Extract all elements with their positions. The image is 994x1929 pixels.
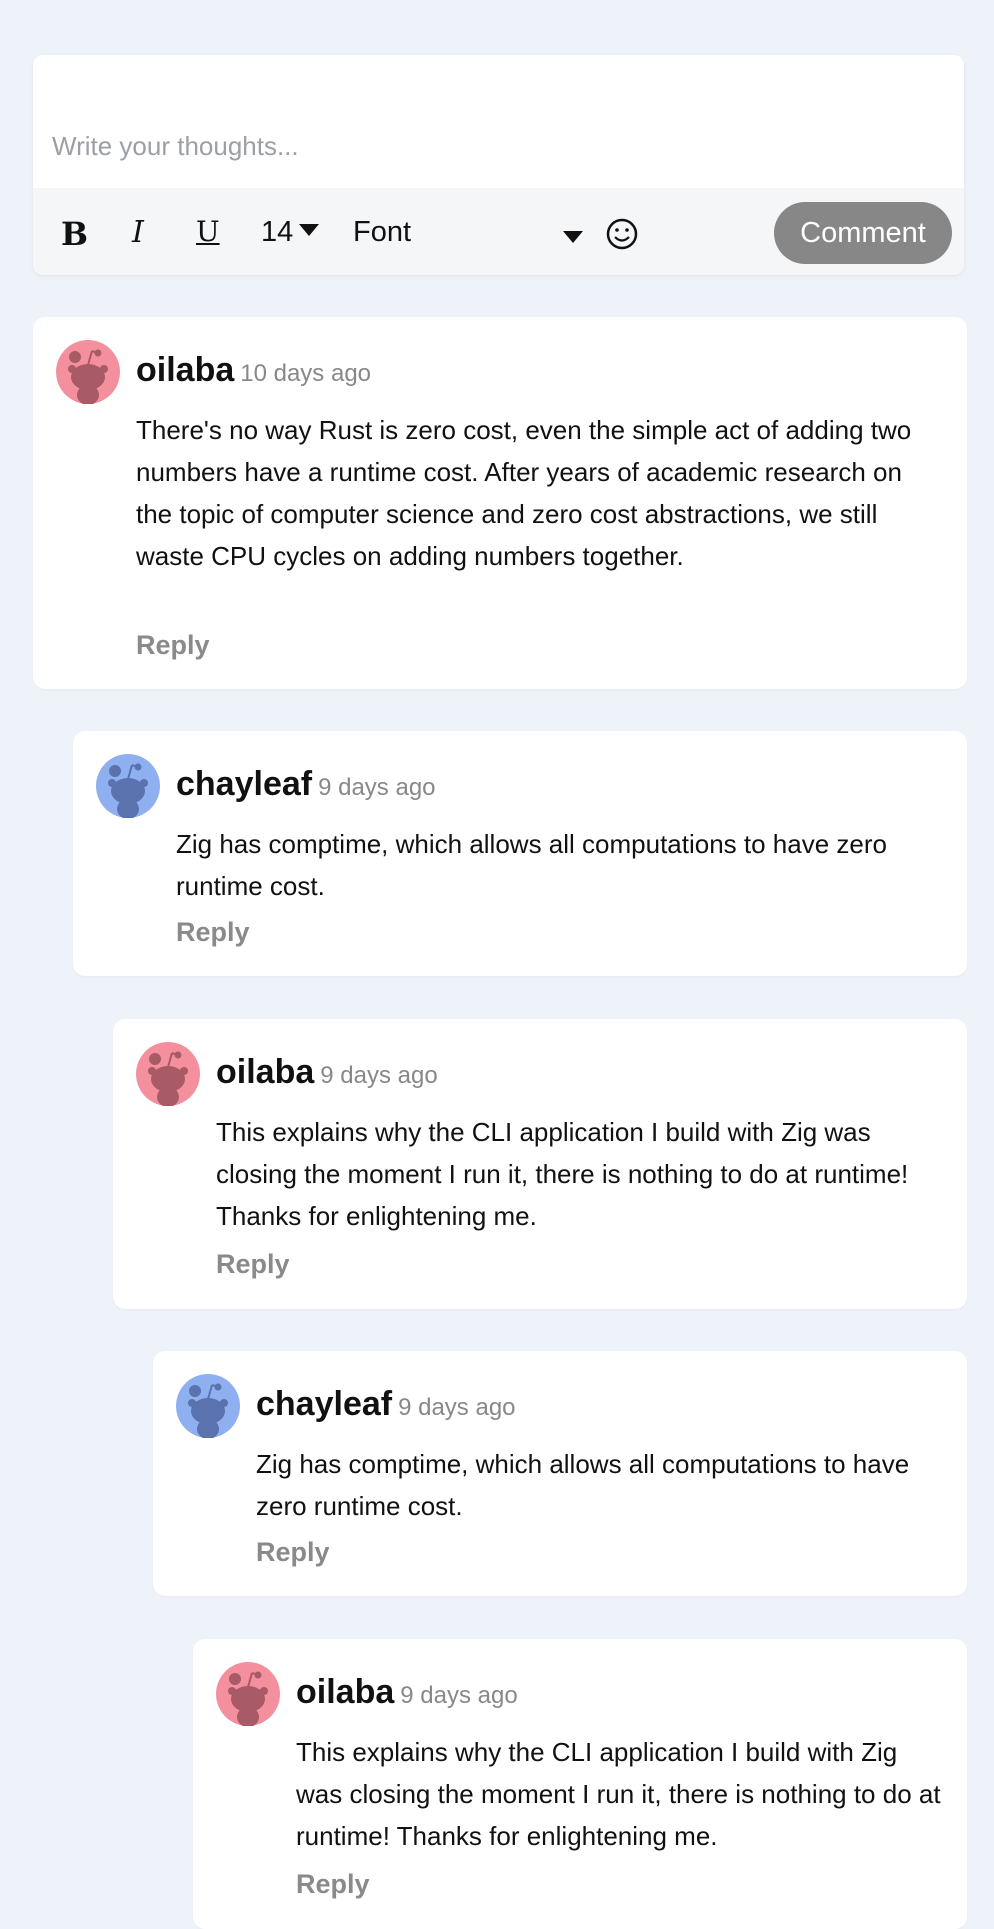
reply-button[interactable]: Reply (296, 1869, 370, 1900)
smiley-icon[interactable] (597, 209, 647, 259)
comment-text: This explains why the CLI application I … (296, 1737, 941, 1851)
username[interactable]: chayleaf (256, 1385, 392, 1423)
timestamp: 9 days ago (320, 1062, 438, 1089)
bold-button[interactable]: B (61, 215, 88, 253)
comment-card: oilaba 10 days ago There's no way Rust is… (33, 317, 967, 689)
timestamp: 9 days ago (400, 1682, 518, 1709)
chevron-down-icon (299, 224, 320, 237)
username[interactable]: chayleaf (176, 765, 312, 803)
underline-button[interactable]: U (196, 215, 220, 248)
avatar[interactable] (176, 1374, 240, 1438)
font-family-select[interactable]: Font (353, 216, 583, 249)
comment-card: chayleaf 9 days ago Zig has comptime, whi… (73, 731, 967, 976)
reply-button[interactable]: Reply (136, 630, 210, 661)
reply-button[interactable]: Reply (216, 1249, 290, 1280)
timestamp: 9 days ago (398, 1394, 516, 1421)
comment-text: There's no way Rust is zero cost, even t… (136, 415, 912, 571)
timestamp: 9 days ago (318, 774, 436, 801)
comment-card: oilaba 9 days ago This explains why the C… (113, 1019, 967, 1309)
comment-text: Zig has comptime, which allows all compu… (176, 829, 887, 901)
chevron-down-icon (563, 231, 583, 243)
username[interactable]: oilaba (216, 1053, 314, 1091)
comment-text: This explains why the CLI application I … (216, 1117, 909, 1231)
font-size-value: 14 (261, 216, 294, 248)
comment-editor: B I U 14 Font Comment (33, 55, 964, 275)
comment-card: chayleaf 9 days ago Zig has comptime, whi… (153, 1351, 967, 1596)
reply-button[interactable]: Reply (176, 917, 250, 948)
username[interactable]: oilaba (296, 1673, 394, 1711)
reply-button[interactable]: Reply (256, 1537, 330, 1568)
comment-text: Zig has comptime, which allows all compu… (256, 1449, 910, 1521)
font-size-select[interactable]: 14 (261, 216, 320, 249)
font-family-value: Font (353, 216, 412, 248)
avatar[interactable] (216, 1662, 280, 1726)
comment-button[interactable]: Comment (774, 202, 952, 264)
timestamp: 10 days ago (240, 360, 372, 387)
avatar[interactable] (56, 340, 120, 404)
avatar[interactable] (136, 1042, 200, 1106)
comment-input[interactable] (33, 55, 964, 188)
avatar[interactable] (96, 754, 160, 818)
italic-button[interactable]: I (132, 215, 144, 250)
comment-card: oilaba 9 days ago This explains why the C… (193, 1639, 967, 1929)
username[interactable]: oilaba (136, 351, 234, 389)
